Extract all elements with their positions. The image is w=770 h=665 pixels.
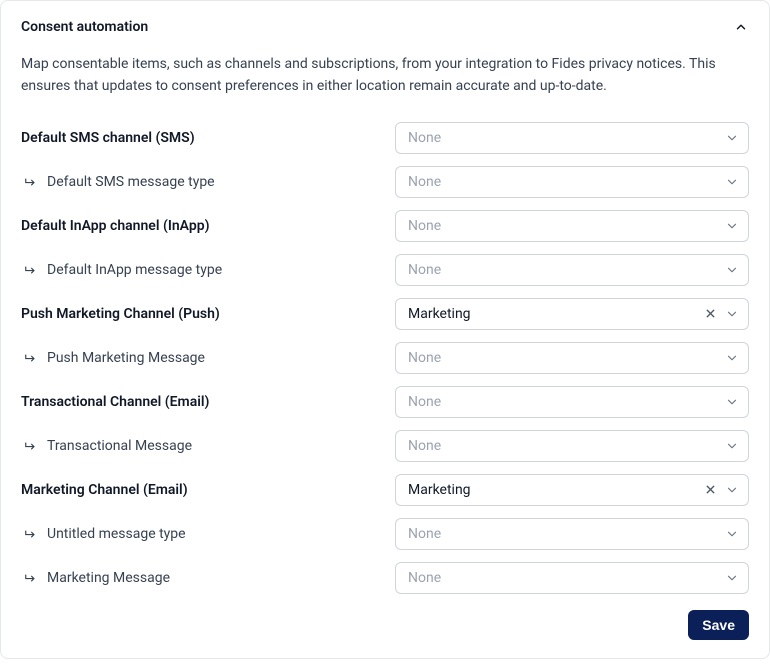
chevron-up-icon[interactable]	[733, 19, 749, 35]
consent-row: Marketing Channel (Email) Marketing	[21, 474, 749, 506]
row-label-text: Marketing Message	[47, 570, 170, 586]
row-select-col: None	[395, 122, 749, 154]
row-label: Untitled message type	[21, 526, 395, 542]
indent-arrow-icon	[23, 570, 39, 586]
consent-row: Default InApp message type None	[21, 254, 749, 286]
chevron-down-icon	[724, 350, 740, 366]
select-value: None	[408, 570, 441, 586]
chevron-down-icon	[724, 218, 740, 234]
consent-row: Marketing Message None	[21, 562, 749, 594]
select-value: None	[408, 394, 441, 410]
row-select-col: None	[395, 562, 749, 594]
chevron-down-icon	[724, 174, 740, 190]
consent-automation-card: Consent automation Map consentable items…	[0, 0, 770, 659]
select-value: None	[408, 262, 441, 278]
row-label: Transactional Message	[21, 438, 395, 454]
row-label-text: Push Marketing Channel (Push)	[21, 306, 220, 322]
notice-select[interactable]: None	[395, 342, 749, 374]
clear-icon[interactable]	[702, 306, 718, 322]
clear-icon[interactable]	[702, 482, 718, 498]
row-label-text: Marketing Channel (Email)	[21, 482, 188, 498]
consent-row: Default SMS message type None	[21, 166, 749, 198]
row-select-col: None	[395, 254, 749, 286]
select-value: None	[408, 218, 441, 234]
select-value: Marketing	[408, 482, 471, 498]
chevron-down-icon	[724, 570, 740, 586]
notice-select[interactable]: None	[395, 254, 749, 286]
consent-row: Transactional Channel (Email) None	[21, 386, 749, 418]
indent-arrow-icon	[23, 262, 39, 278]
row-select-col: Marketing	[395, 298, 749, 330]
select-value: Marketing	[408, 306, 471, 322]
notice-select[interactable]: None	[395, 562, 749, 594]
row-select-col: None	[395, 430, 749, 462]
row-select-col: None	[395, 342, 749, 374]
row-label-text: Transactional Channel (Email)	[21, 394, 209, 410]
indent-arrow-icon	[23, 438, 39, 454]
notice-select[interactable]: None	[395, 386, 749, 418]
card-header: Consent automation	[21, 19, 749, 35]
notice-select[interactable]: Marketing	[395, 474, 749, 506]
row-select-col: Marketing	[395, 474, 749, 506]
select-value: None	[408, 438, 441, 454]
row-label-text: Untitled message type	[47, 526, 186, 542]
notice-select[interactable]: Marketing	[395, 298, 749, 330]
consent-row: Untitled message type None	[21, 518, 749, 550]
select-value: None	[408, 130, 441, 146]
row-label: Marketing Channel (Email)	[21, 482, 395, 498]
select-value: None	[408, 174, 441, 190]
notice-select[interactable]: None	[395, 122, 749, 154]
notice-select[interactable]: None	[395, 518, 749, 550]
consent-row: Default InApp channel (InApp) None	[21, 210, 749, 242]
chevron-down-icon	[724, 306, 740, 322]
row-select-col: None	[395, 518, 749, 550]
row-label-text: Default SMS channel (SMS)	[21, 130, 195, 146]
row-label: Transactional Channel (Email)	[21, 394, 395, 410]
chevron-down-icon	[724, 262, 740, 278]
row-label-text: Default InApp channel (InApp)	[21, 218, 210, 234]
row-label-text: Push Marketing Message	[47, 350, 205, 366]
chevron-down-icon	[724, 130, 740, 146]
consent-row: Transactional Message None	[21, 430, 749, 462]
row-label: Push Marketing Message	[21, 350, 395, 366]
indent-arrow-icon	[23, 526, 39, 542]
row-label-text: Transactional Message	[47, 438, 192, 454]
consent-rows: Default SMS channel (SMS)NoneDefault SMS…	[21, 122, 749, 594]
chevron-down-icon	[724, 394, 740, 410]
indent-arrow-icon	[23, 350, 39, 366]
card-footer: Save	[21, 610, 749, 640]
row-label: Default SMS message type	[21, 174, 395, 190]
card-description: Map consentable items, such as channels …	[21, 53, 749, 98]
row-label: Marketing Message	[21, 570, 395, 586]
card-title: Consent automation	[21, 19, 148, 35]
row-select-col: None	[395, 386, 749, 418]
indent-arrow-icon	[23, 174, 39, 190]
row-select-col: None	[395, 210, 749, 242]
consent-row: Default SMS channel (SMS) None	[21, 122, 749, 154]
notice-select[interactable]: None	[395, 166, 749, 198]
row-label: Default SMS channel (SMS)	[21, 130, 395, 146]
chevron-down-icon	[724, 526, 740, 542]
select-value: None	[408, 526, 441, 542]
row-label: Push Marketing Channel (Push)	[21, 306, 395, 322]
row-label: Default InApp message type	[21, 262, 395, 278]
chevron-down-icon	[724, 438, 740, 454]
select-value: None	[408, 350, 441, 366]
notice-select[interactable]: None	[395, 210, 749, 242]
consent-row: Push Marketing Channel (Push) Marketing	[21, 298, 749, 330]
row-label: Default InApp channel (InApp)	[21, 218, 395, 234]
chevron-down-icon	[724, 482, 740, 498]
save-button[interactable]: Save	[688, 610, 749, 640]
row-label-text: Default InApp message type	[47, 262, 222, 278]
row-select-col: None	[395, 166, 749, 198]
notice-select[interactable]: None	[395, 430, 749, 462]
row-label-text: Default SMS message type	[47, 174, 215, 190]
consent-row: Push Marketing Message None	[21, 342, 749, 374]
